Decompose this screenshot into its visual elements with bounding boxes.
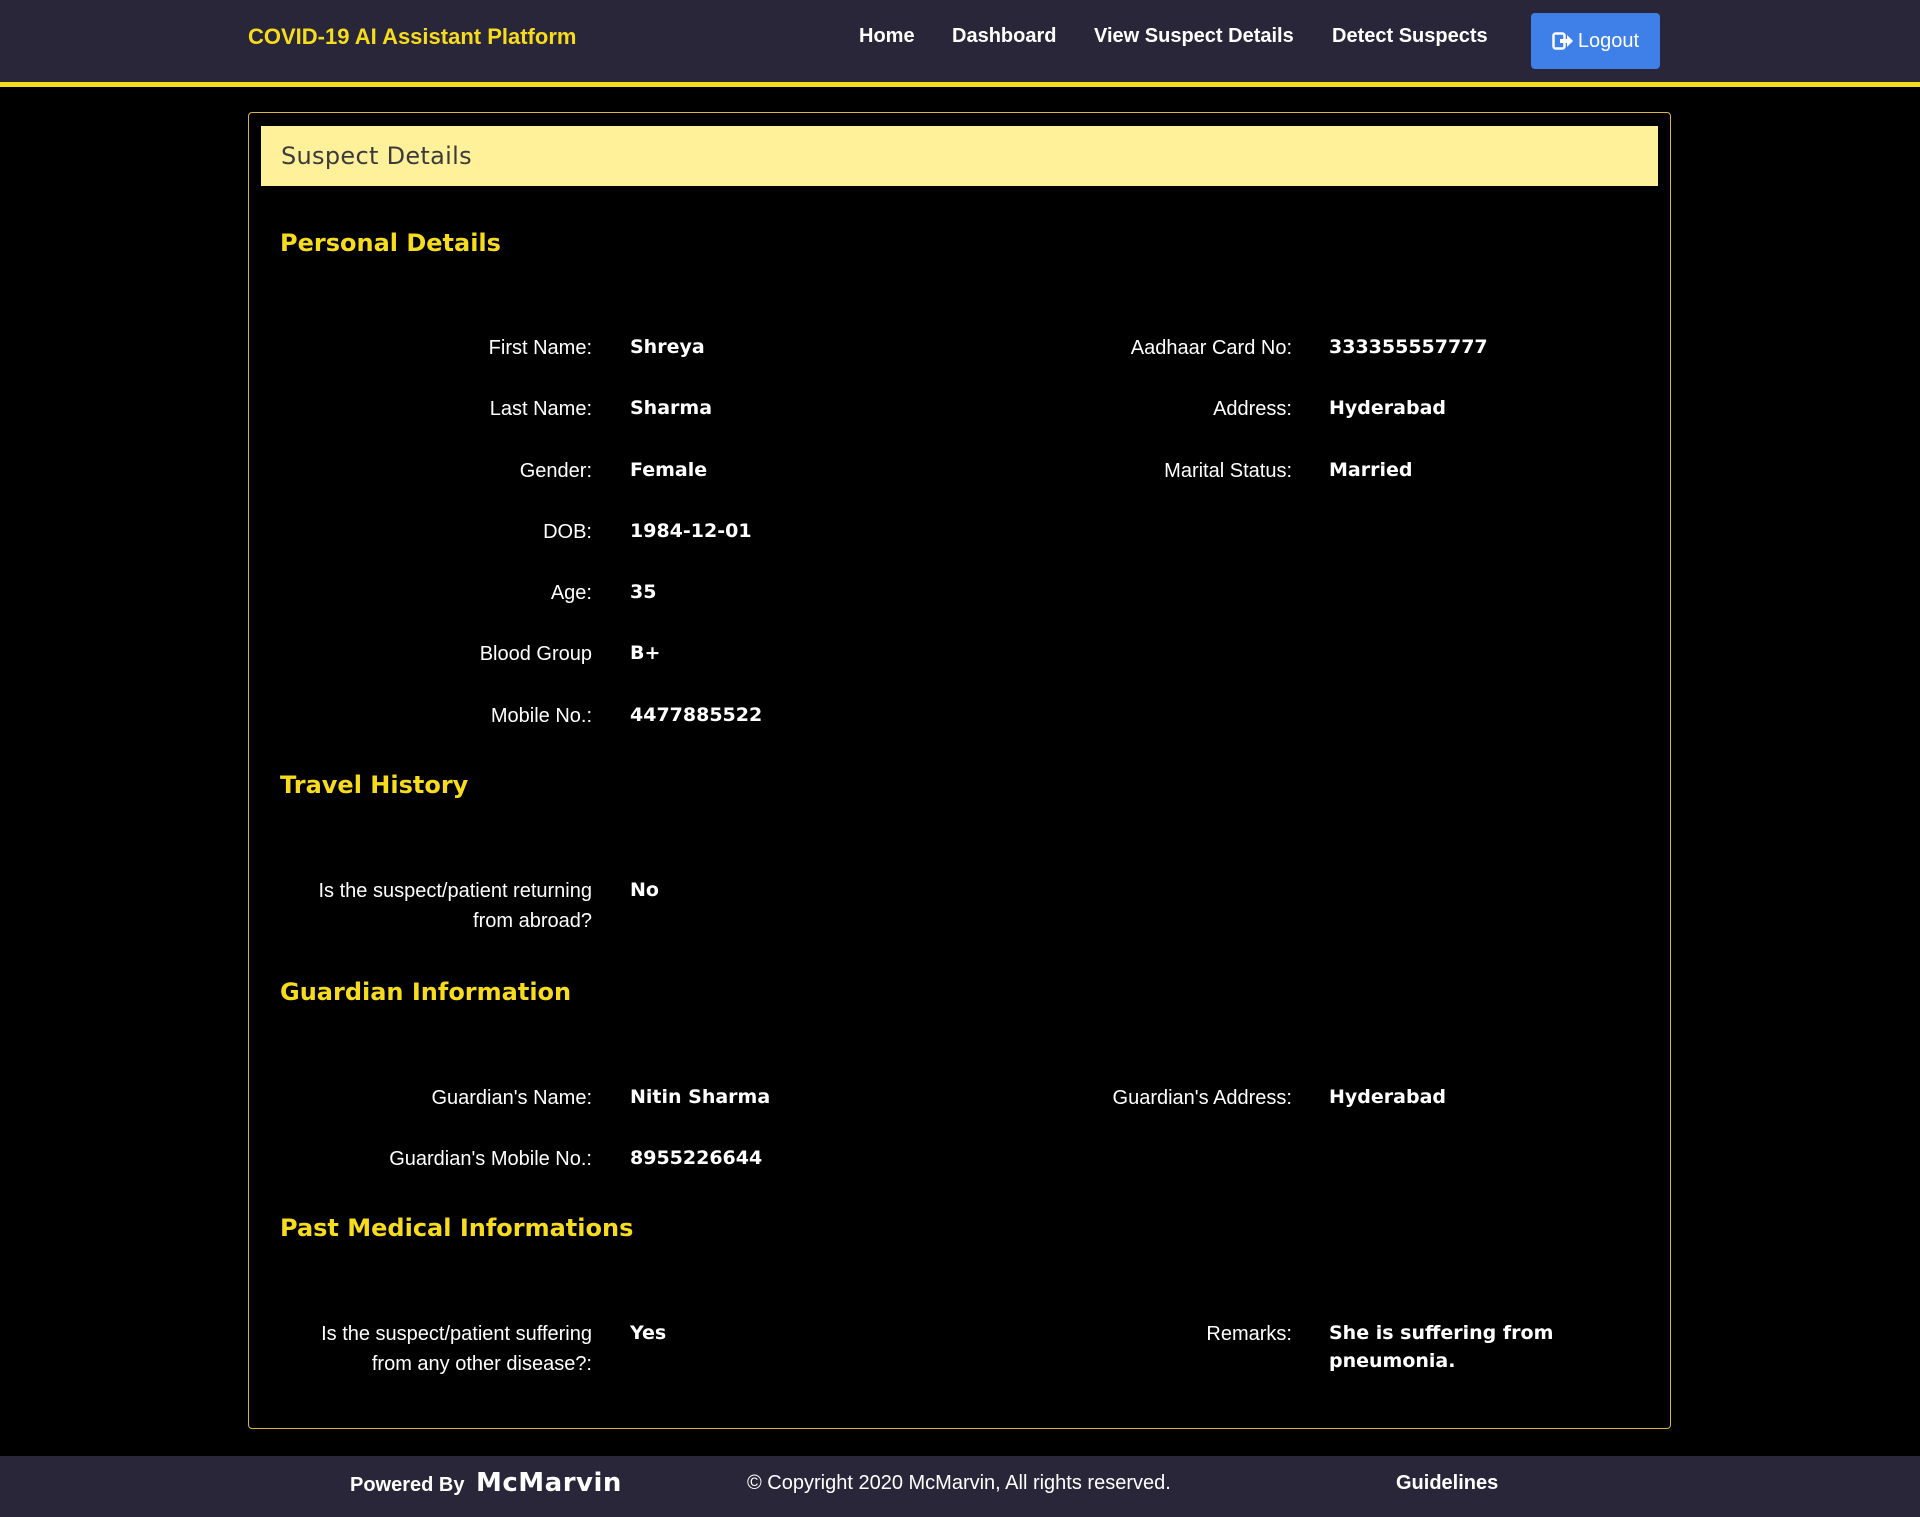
address-label: Address: xyxy=(1213,398,1292,420)
first-name-label: First Name: xyxy=(488,337,592,359)
section-past-medical-informations: Past Medical Informations xyxy=(280,1214,634,1242)
powered-by-label: Powered By xyxy=(350,1474,465,1496)
section-guardian-information: Guardian Information xyxy=(280,978,572,1006)
blood-group-label: Blood Group xyxy=(479,643,592,665)
suspect-details-card: Suspect Details Personal Details First N… xyxy=(248,112,1671,1429)
guardian-address-label: Guardian's Address: xyxy=(1112,1087,1292,1109)
guardian-mobile-label: Guardian's Mobile No.: xyxy=(389,1148,592,1170)
guardian-name-value: Nitin Sharma xyxy=(630,1086,771,1108)
medical-question-line2: from any other disease?: xyxy=(371,1353,592,1375)
medical-question-line1: Is the suspect/patient suffering xyxy=(321,1323,592,1345)
guidelines-link[interactable]: Guidelines xyxy=(1396,1472,1498,1495)
address-value: Hyderabad xyxy=(1329,397,1446,419)
nav-detect-suspects[interactable]: Detect Suspects xyxy=(1332,25,1488,48)
remarks-value: She is suffering from pneumonia. xyxy=(1329,1322,1554,1372)
last-name-label: Last Name: xyxy=(489,398,592,420)
aadhaar-value: 333355557777 xyxy=(1329,336,1488,358)
travel-question-line1: Is the suspect/patient returning xyxy=(318,880,593,902)
mcmarvin-logo: McMarvin xyxy=(476,1468,622,1498)
dob-label: DOB: xyxy=(543,521,592,543)
section-travel-history: Travel History xyxy=(280,771,469,799)
mobile-label: Mobile No.: xyxy=(490,705,592,727)
last-name-value: Sharma xyxy=(630,397,713,419)
medical-question-label: Is the suspect/patient suffering from an… xyxy=(249,1319,592,1379)
logout-button[interactable]: Logout xyxy=(1531,13,1660,69)
top-navbar: COVID-19 AI Assistant Platform Home Dash… xyxy=(0,0,1920,87)
gender-value: Female xyxy=(630,459,708,481)
sign-out-icon xyxy=(1552,31,1574,51)
travel-answer-value: No xyxy=(630,879,659,901)
guardian-name-label: Guardian's Name: xyxy=(431,1087,592,1109)
nav-view-suspect-details[interactable]: View Suspect Details xyxy=(1094,25,1294,48)
marital-status-value: Married xyxy=(1329,459,1413,481)
guardian-mobile-value: 8955226644 xyxy=(630,1147,763,1169)
nav-home[interactable]: Home xyxy=(859,25,915,48)
nav-dashboard[interactable]: Dashboard xyxy=(952,25,1056,48)
remarks-label: Remarks: xyxy=(1206,1323,1292,1345)
dob-value: 1984-12-01 xyxy=(630,520,752,542)
travel-question-label: Is the suspect/patient returning from ab… xyxy=(249,876,593,936)
mobile-value: 4477885522 xyxy=(630,704,763,726)
gender-label: Gender: xyxy=(519,460,592,482)
copyright-text: © Copyright 2020 McMarvin, All rights re… xyxy=(747,1472,1171,1494)
age-label: Age: xyxy=(550,582,592,604)
first-name-value: Shreya xyxy=(630,336,705,358)
travel-question-line2: from abroad? xyxy=(473,910,592,932)
card-header: Suspect Details xyxy=(261,126,1658,186)
marital-status-label: Marital Status: xyxy=(1164,460,1292,482)
blood-group-value: B+ xyxy=(630,642,661,664)
medical-answer-value: Yes xyxy=(630,1322,667,1344)
age-value: 35 xyxy=(630,581,657,603)
footer: Powered By McMarvin © Copyright 2020 McM… xyxy=(0,1456,1920,1517)
section-personal-details: Personal Details xyxy=(280,229,501,257)
guardian-address-value: Hyderabad xyxy=(1329,1086,1446,1108)
logout-label: Logout xyxy=(1577,29,1640,52)
aadhaar-label: Aadhaar Card No: xyxy=(1130,337,1292,359)
brand-title[interactable]: COVID-19 AI Assistant Platform xyxy=(248,24,576,50)
